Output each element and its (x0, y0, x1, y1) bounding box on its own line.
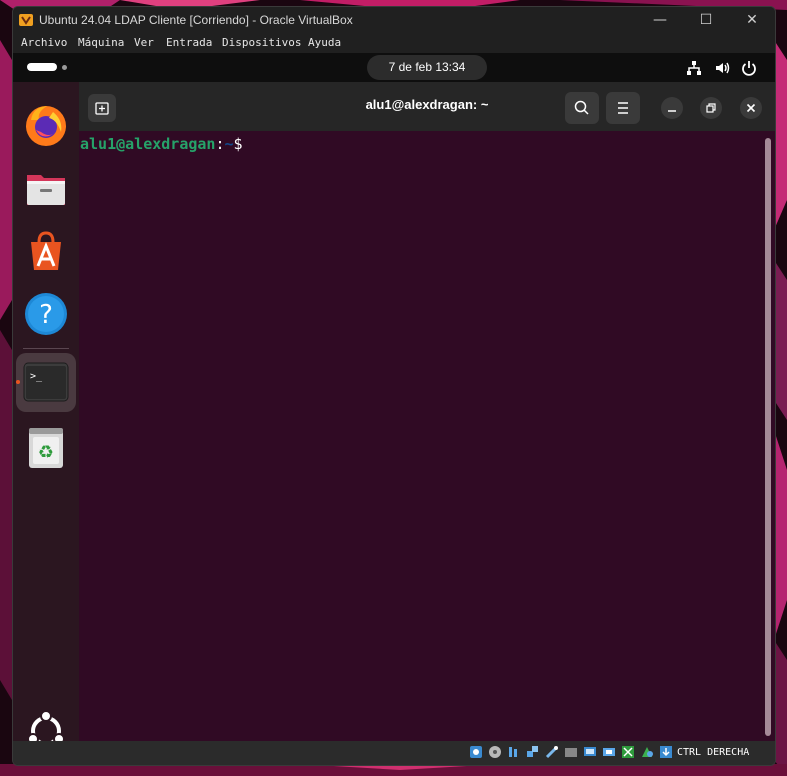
menu-archivo[interactable]: Archivo (21, 36, 67, 49)
workspace-inactive-indicator (62, 65, 67, 70)
prompt-symbol: $ (233, 135, 243, 153)
title-bar[interactable]: Ubuntu 24.04 LDAP Cliente [Corriendo] - … (13, 7, 775, 33)
close-icon: ✕ (746, 12, 758, 28)
minimize-button[interactable]: — (637, 7, 683, 33)
hamburger-icon (618, 102, 628, 114)
restore-icon (706, 103, 716, 113)
menu-dispositivos[interactable]: Dispositivos (222, 36, 301, 49)
terminal-body[interactable]: alu1@alexdragan:~$ (79, 131, 775, 741)
top-panel: 7 de feb 13:34 (13, 53, 775, 82)
keyboard-icon[interactable] (659, 745, 673, 759)
menu-entrada[interactable]: Entrada (166, 36, 212, 49)
new-tab-button[interactable] (88, 94, 116, 122)
minimize-icon: — (653, 12, 667, 28)
usb-icon[interactable] (545, 745, 559, 759)
shared-folders-icon[interactable] (564, 745, 578, 759)
menu-ayuda[interactable]: Ayuda (308, 36, 341, 49)
recycle-glyph: ♻ (38, 442, 54, 463)
search-icon (574, 100, 589, 115)
trash-icon[interactable]: ♻ (23, 425, 69, 471)
menu-ver[interactable]: Ver (134, 36, 154, 49)
status-bar: CTRL DERECHA (13, 741, 775, 765)
volume-icon[interactable] (713, 59, 731, 77)
terminal-restore-button[interactable] (700, 97, 722, 119)
app-center-icon[interactable] (23, 228, 69, 274)
running-indicator (16, 380, 20, 384)
hamburger-menu-button[interactable] (606, 92, 640, 124)
close-button[interactable]: ✕ (729, 7, 775, 33)
virtualbox-window: Ubuntu 24.04 LDAP Cliente [Corriendo] - … (12, 6, 776, 766)
activities-indicator[interactable] (27, 63, 71, 73)
host-key-label: CTRL DERECHA (677, 747, 750, 758)
minimize-icon (668, 110, 676, 112)
maximize-button[interactable]: ☐ (683, 7, 729, 33)
menu-maquina[interactable]: Máquina (78, 36, 124, 49)
help-icon[interactable]: ? (23, 291, 69, 337)
prompt-user-host: alu1@alexdragan (80, 135, 216, 153)
terminal-icon[interactable]: >_ (23, 360, 69, 406)
dock: ? >_ ♻ (13, 82, 79, 741)
network-adapters-icon[interactable] (526, 745, 540, 759)
clock[interactable]: 7 de feb 13:34 (367, 55, 487, 80)
maximize-icon: ☐ (699, 12, 713, 28)
new-tab-icon (95, 102, 109, 115)
dock-separator (23, 348, 69, 349)
guest-screen[interactable]: 7 de feb 13:34 ? >_ ♻ alu1@alexdragan: ~… (13, 53, 775, 741)
scrollbar[interactable] (765, 138, 771, 736)
hard-disk-icon[interactable] (469, 745, 483, 759)
virtualbox-app-icon (19, 14, 33, 26)
workspace-active-indicator (27, 63, 57, 71)
optical-drive-icon[interactable] (488, 745, 502, 759)
menu-bar: Archivo Máquina Ver Entrada Dispositivos… (13, 33, 775, 53)
folder-icon[interactable] (23, 165, 69, 211)
close-icon (746, 103, 756, 113)
mouse-integration-icon[interactable] (640, 745, 654, 759)
recording-icon[interactable] (602, 745, 616, 759)
terminal-close-button[interactable] (740, 97, 762, 119)
firefox-icon[interactable] (23, 102, 69, 148)
terminal-title: alu1@alexdragan: ~ (365, 97, 489, 112)
audio-icon[interactable] (507, 745, 521, 759)
display-icon[interactable] (583, 745, 597, 759)
ubuntu-logo-icon[interactable] (23, 708, 69, 741)
terminal-window: alu1@alexdragan: ~ alu1@alexdragan:~$ (79, 82, 775, 741)
search-button[interactable] (565, 92, 599, 124)
prompt-path: ~ (224, 135, 234, 153)
terminal-header[interactable]: alu1@alexdragan: ~ (79, 82, 775, 131)
prompt-colon: : (215, 135, 225, 153)
shell-prompt: alu1@alexdragan:~$ (80, 135, 243, 153)
terminal-minimize-button[interactable] (661, 97, 683, 119)
power-icon[interactable] (740, 59, 758, 77)
help-glyph: ? (39, 300, 53, 330)
window-title: Ubuntu 24.04 LDAP Cliente [Corriendo] - … (39, 13, 353, 27)
virtualization-icon[interactable] (621, 745, 635, 759)
network-icon[interactable] (685, 59, 703, 77)
terminal-glyph: >_ (30, 371, 43, 382)
